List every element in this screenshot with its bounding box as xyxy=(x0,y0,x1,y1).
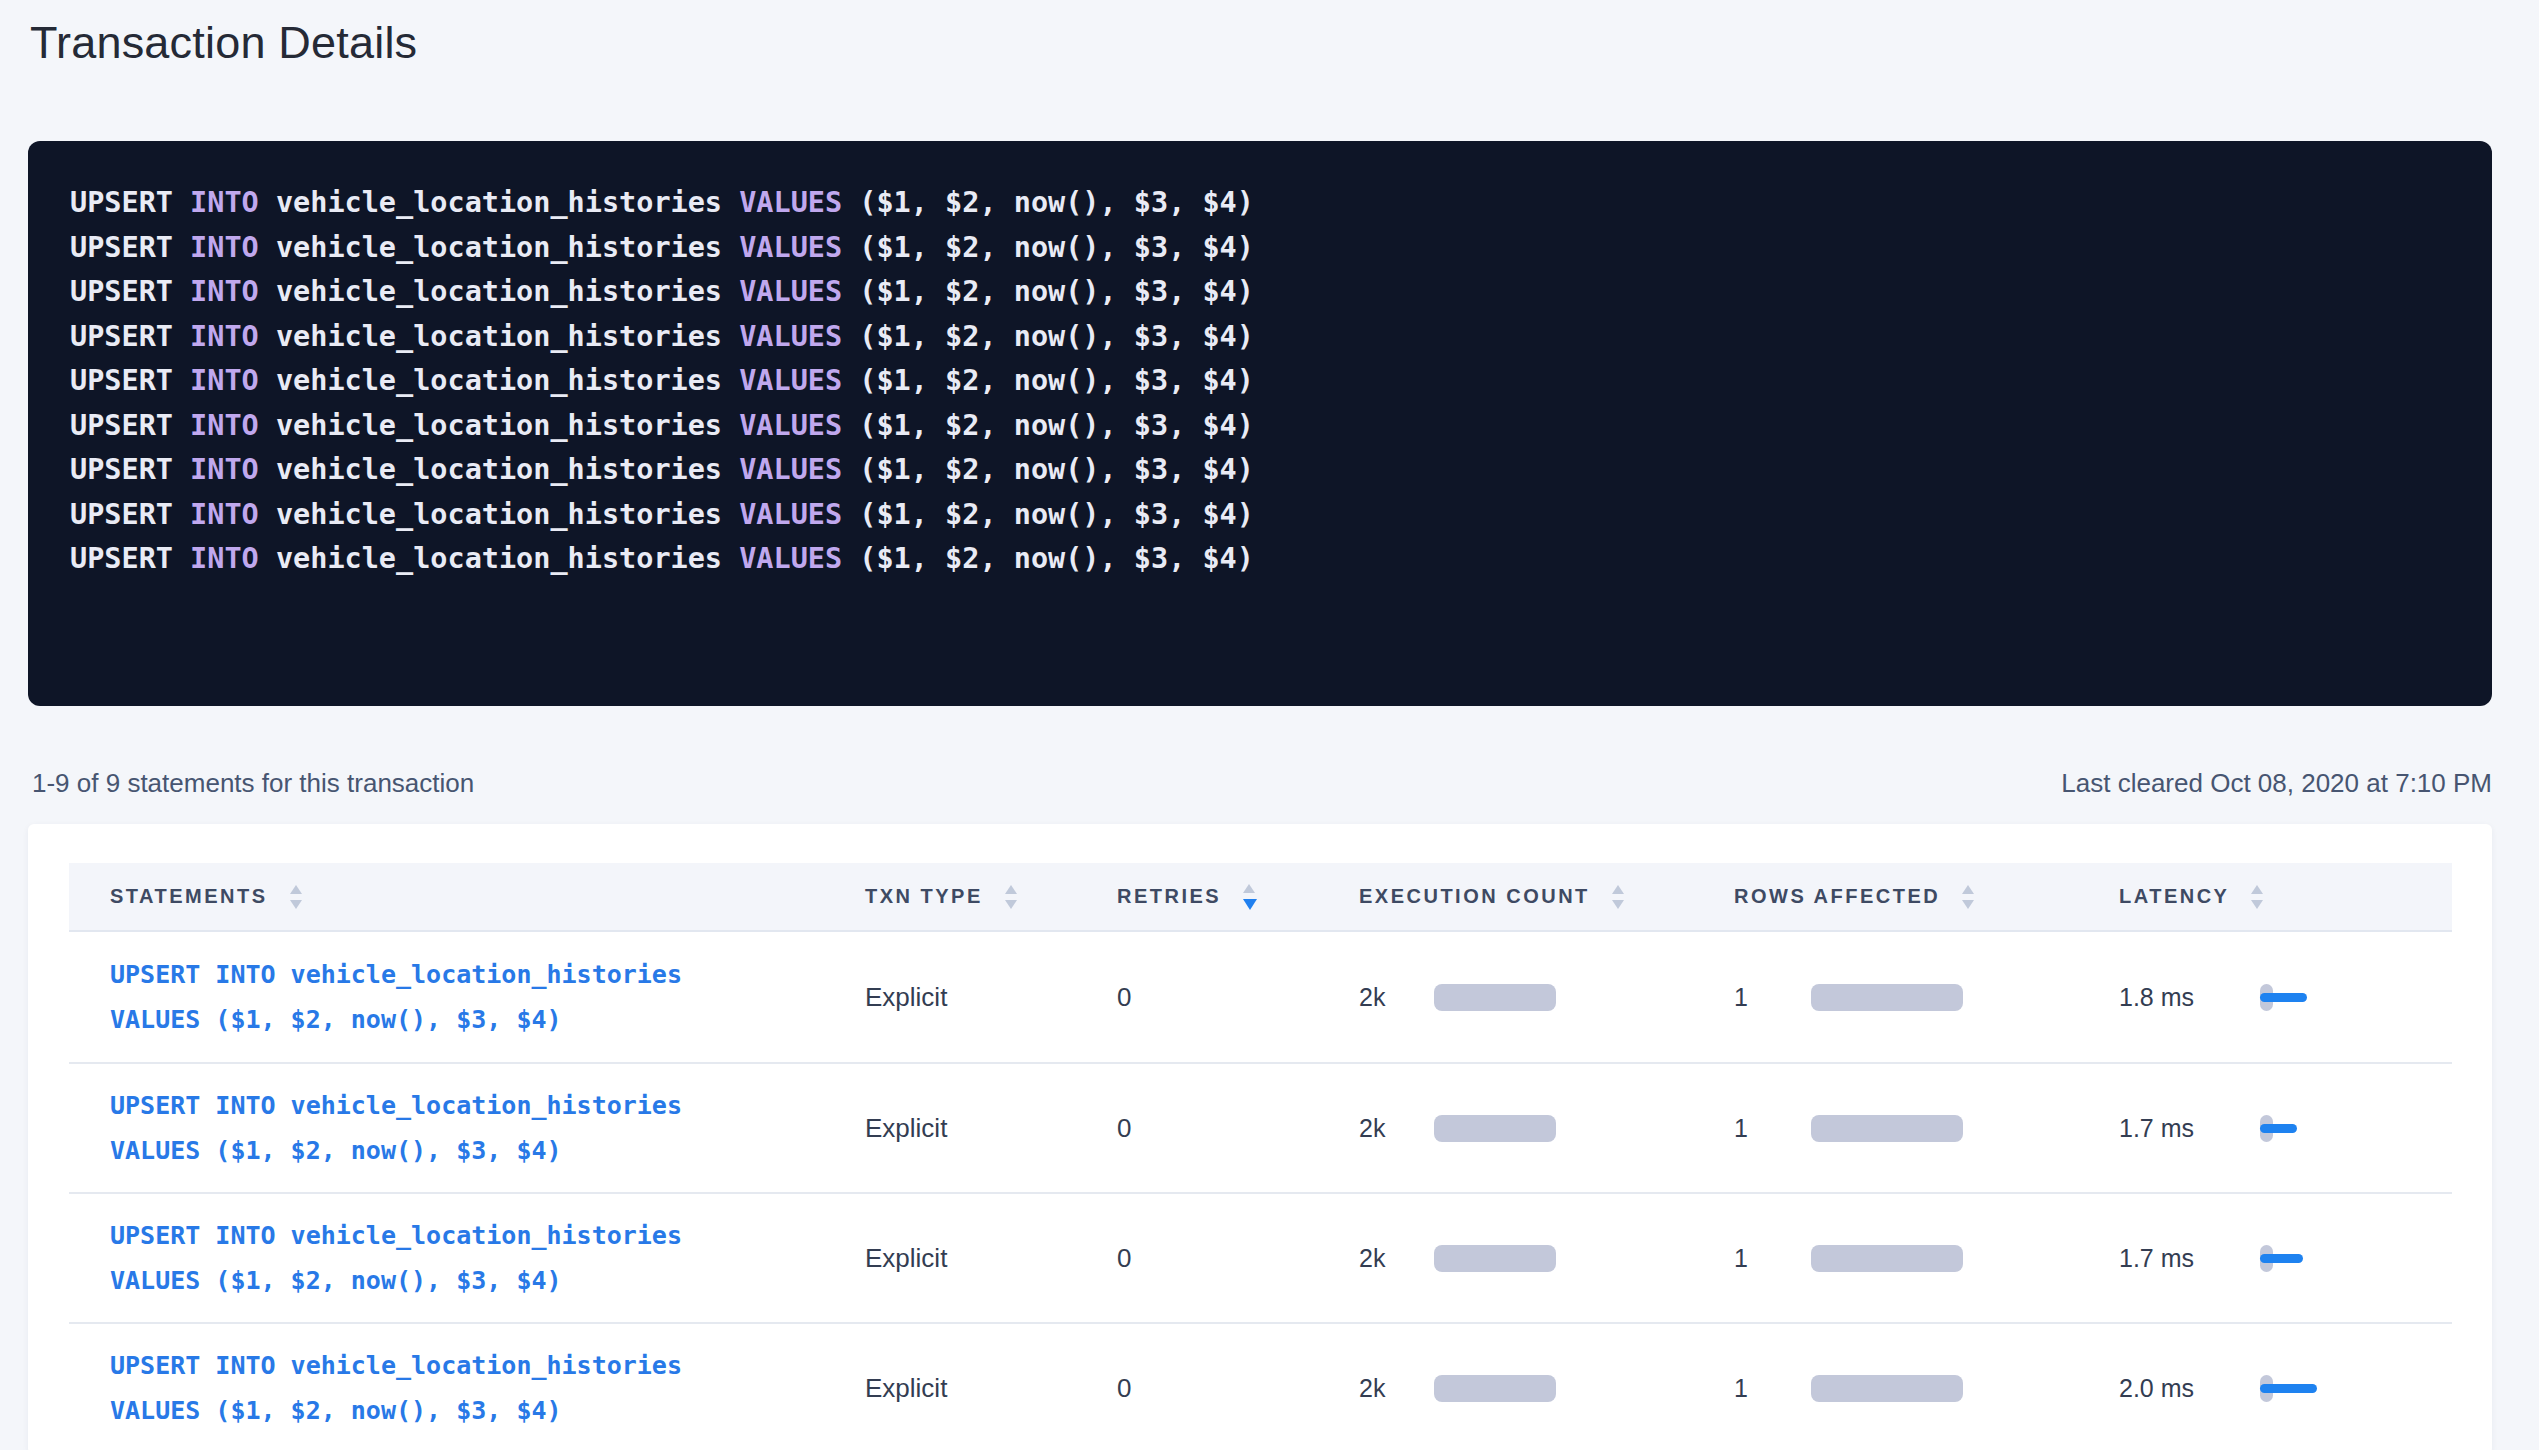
sql-code-line: UPSERT INTO vehicle_location_histories V… xyxy=(70,315,2450,360)
latency-cell: 2.0 ms xyxy=(2119,1374,2452,1403)
sql-code-line: UPSERT INTO vehicle_location_histories V… xyxy=(70,448,2450,493)
latency-bar-chart xyxy=(2260,1115,2301,1142)
retries-value: 0 xyxy=(1117,1113,1359,1144)
rows-affected-value: 1 xyxy=(1734,1374,1811,1403)
column-header-rows-affected[interactable]: ROWS AFFECTED xyxy=(1734,885,2119,909)
rows-affected-bar xyxy=(1811,984,1963,1011)
latency-bar-chart xyxy=(2260,1245,2307,1272)
sort-arrows-icon[interactable] xyxy=(2251,885,2263,909)
sql-code-line: UPSERT INTO vehicle_location_histories V… xyxy=(70,270,2450,315)
execution-count-value: 2k xyxy=(1359,1244,1434,1273)
statement-row: UPSERT INTO vehicle_location_historiesVA… xyxy=(69,932,2452,1064)
execution-count-bar xyxy=(1434,1245,1556,1272)
sort-arrows-icon[interactable] xyxy=(1962,885,1974,909)
execution-count-cell: 2k xyxy=(1359,983,1734,1012)
column-header-label: TXN TYPE xyxy=(865,885,983,908)
column-header-statements[interactable]: STATEMENTS xyxy=(110,885,865,909)
column-header-txn-type[interactable]: TXN TYPE xyxy=(865,885,1117,909)
execution-count-bar xyxy=(1434,1375,1556,1402)
latency-bar-chart xyxy=(2260,1375,2321,1402)
sql-code-line: UPSERT INTO vehicle_location_histories V… xyxy=(70,537,2450,582)
latency-value: 1.7 ms xyxy=(2119,1244,2260,1273)
execution-count-cell: 2k xyxy=(1359,1374,1734,1403)
execution-count-cell: 2k xyxy=(1359,1114,1734,1143)
execution-count-value: 2k xyxy=(1359,1374,1434,1403)
latency-bar xyxy=(2260,1384,2317,1393)
statement-link[interactable]: UPSERT INTO vehicle_location_historiesVA… xyxy=(110,1213,865,1303)
sql-code-line: UPSERT INTO vehicle_location_histories V… xyxy=(70,493,2450,538)
column-header-latency[interactable]: LATENCY xyxy=(2119,885,2452,909)
rows-affected-cell: 1 xyxy=(1734,1114,2119,1143)
sort-arrows-icon[interactable] xyxy=(1243,884,1257,910)
latency-cell: 1.7 ms xyxy=(2119,1244,2452,1273)
execution-count-bar xyxy=(1434,984,1556,1011)
latency-bar xyxy=(2260,993,2307,1002)
txn-type-value: Explicit xyxy=(865,1113,1117,1144)
sort-arrows-icon[interactable] xyxy=(1005,885,1017,909)
last-cleared-timestamp: Last cleared Oct 08, 2020 at 7:10 PM xyxy=(2061,768,2492,799)
column-header-label: ROWS AFFECTED xyxy=(1734,885,1940,908)
latency-value: 2.0 ms xyxy=(2119,1374,2260,1403)
statement-link[interactable]: UPSERT INTO vehicle_location_historiesVA… xyxy=(110,1083,865,1173)
statement-row: UPSERT INTO vehicle_location_historiesVA… xyxy=(69,1324,2452,1450)
column-header-retries[interactable]: RETRIES xyxy=(1117,884,1359,910)
rows-affected-value: 1 xyxy=(1734,1244,1811,1273)
sort-arrows-icon[interactable] xyxy=(1612,885,1624,909)
statement-row: UPSERT INTO vehicle_location_historiesVA… xyxy=(69,1194,2452,1324)
column-header-execution-count[interactable]: EXECUTION COUNT xyxy=(1359,885,1734,909)
execution-count-value: 2k xyxy=(1359,983,1434,1012)
latency-cell: 1.7 ms xyxy=(2119,1114,2452,1143)
sql-code-line: UPSERT INTO vehicle_location_histories V… xyxy=(70,359,2450,404)
statements-table-card: STATEMENTS TXN TYPE RETRIES EXECUTION COUNT… xyxy=(28,824,2492,1450)
sort-arrows-icon[interactable] xyxy=(290,885,302,909)
txn-type-value: Explicit xyxy=(865,982,1117,1013)
statement-link[interactable]: UPSERT INTO vehicle_location_historiesVA… xyxy=(110,1343,865,1433)
execution-count-bar xyxy=(1434,1115,1556,1142)
statement-link[interactable]: UPSERT INTO vehicle_location_historiesVA… xyxy=(110,952,865,1042)
rows-affected-bar xyxy=(1811,1245,1963,1272)
latency-bar-chart xyxy=(2260,984,2311,1011)
rows-affected-cell: 1 xyxy=(1734,1244,2119,1273)
retries-value: 0 xyxy=(1117,982,1359,1013)
rows-affected-value: 1 xyxy=(1734,983,1811,1012)
latency-cell: 1.8 ms xyxy=(2119,983,2452,1012)
rows-affected-bar xyxy=(1811,1375,1963,1402)
transaction-sql-code-block: UPSERT INTO vehicle_location_histories V… xyxy=(28,141,2492,706)
retries-value: 0 xyxy=(1117,1243,1359,1274)
retries-value: 0 xyxy=(1117,1373,1359,1404)
statements-table-body: UPSERT INTO vehicle_location_historiesVA… xyxy=(69,932,2452,1450)
statements-table-header: STATEMENTS TXN TYPE RETRIES EXECUTION COUNT… xyxy=(69,863,2452,932)
execution-count-value: 2k xyxy=(1359,1114,1434,1143)
rows-affected-value: 1 xyxy=(1734,1114,1811,1143)
latency-bar xyxy=(2260,1254,2303,1263)
txn-type-value: Explicit xyxy=(865,1243,1117,1274)
rows-affected-bar xyxy=(1811,1115,1963,1142)
execution-count-cell: 2k xyxy=(1359,1244,1734,1273)
sql-code-line: UPSERT INTO vehicle_location_histories V… xyxy=(70,226,2450,271)
rows-affected-cell: 1 xyxy=(1734,1374,2119,1403)
txn-type-value: Explicit xyxy=(865,1373,1117,1404)
sql-code-line: UPSERT INTO vehicle_location_histories V… xyxy=(70,181,2450,226)
latency-bar xyxy=(2260,1124,2297,1133)
page-title: Transaction Details xyxy=(28,0,2492,69)
column-header-label: EXECUTION COUNT xyxy=(1359,885,1590,908)
statements-count-summary: 1-9 of 9 statements for this transaction xyxy=(32,768,474,799)
latency-value: 1.7 ms xyxy=(2119,1114,2260,1143)
column-header-label: LATENCY xyxy=(2119,885,2229,908)
rows-affected-cell: 1 xyxy=(1734,983,2119,1012)
statement-row: UPSERT INTO vehicle_location_historiesVA… xyxy=(69,1064,2452,1194)
column-header-label: RETRIES xyxy=(1117,885,1221,908)
latency-value: 1.8 ms xyxy=(2119,983,2260,1012)
sql-code-line: UPSERT INTO vehicle_location_histories V… xyxy=(70,404,2450,449)
transaction-details-page: Transaction Details UPSERT INTO vehicle_… xyxy=(28,0,2492,1450)
column-header-label: STATEMENTS xyxy=(110,885,268,908)
